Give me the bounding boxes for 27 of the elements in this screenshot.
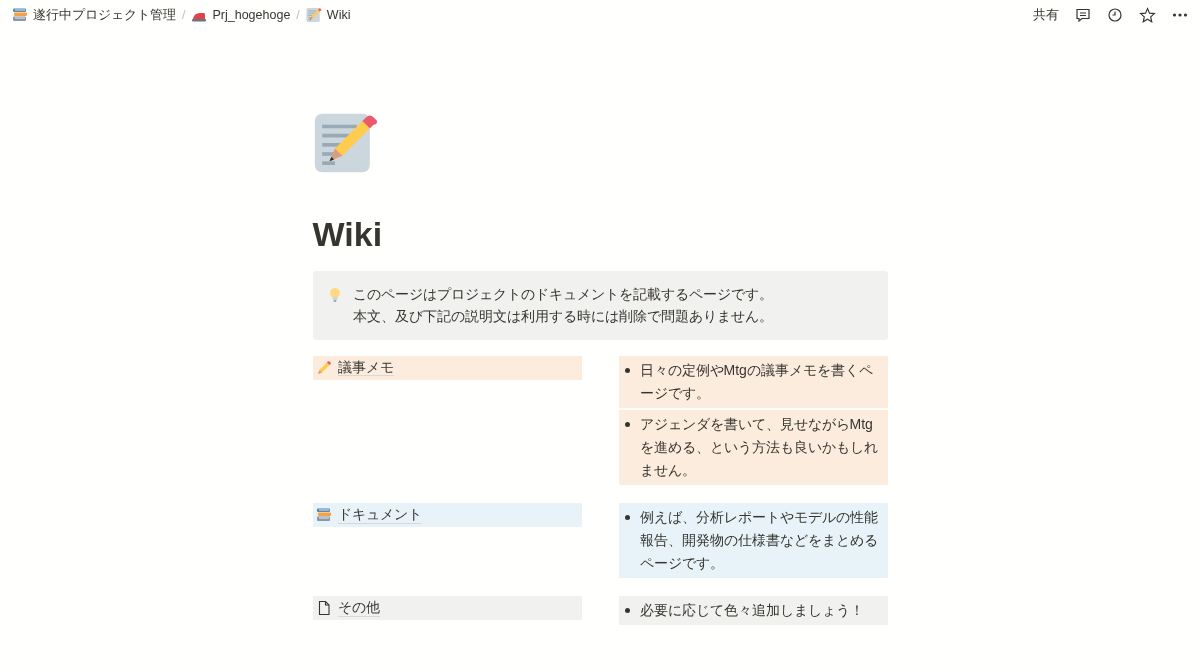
- share-button[interactable]: 共有: [1033, 5, 1059, 25]
- bullet-text: 日々の定例やMtgの議事メモを書くページです。: [639, 360, 874, 403]
- more-icon[interactable]: [1172, 12, 1188, 18]
- bullet-dot: [624, 367, 630, 373]
- breadcrumb-separator: /: [296, 6, 300, 24]
- breadcrumb-separator: /: [182, 6, 186, 24]
- page-link[interactable]: ドキュメント: [337, 506, 422, 524]
- memo-icon: [305, 7, 322, 23]
- books-icon: [315, 507, 332, 524]
- breadcrumb-link[interactable]: Prj_hogehoge: [191, 5, 291, 25]
- books-icon: [12, 7, 28, 23]
- comment-icon[interactable]: [1075, 7, 1091, 23]
- clock-icon[interactable]: [1107, 7, 1123, 23]
- bullet-dot: [624, 515, 630, 521]
- bullet-dot: [624, 421, 630, 427]
- star-icon[interactable]: [1139, 6, 1156, 24]
- bullet-text: アジェンダを書いて、見せながらMtgを進める、という方法も良いかもしれません。: [639, 414, 879, 480]
- callout-text: このページはプロジェクトのドキュメントを記載するページです。 本文、及び下記の説明文は利用する時には削除で問題ありません。: [352, 284, 773, 327]
- bullet-dot: [624, 608, 630, 614]
- page-title: Wiki: [312, 214, 384, 255]
- bullet-text: 必要に応じて色々追加しましょう！: [639, 601, 864, 621]
- pencil-icon: [315, 359, 332, 376]
- bullet-text: 例えば、分析レポートやモデルの性能報告、開発物の仕様書などをまとめるページです。: [639, 508, 879, 574]
- breadcrumb-link[interactable]: 遂行中プロジェクト管理: [12, 5, 176, 25]
- breadcrumb-link[interactable]: Wiki: [305, 5, 351, 25]
- page-link[interactable]: その他: [337, 599, 380, 618]
- page-link[interactable]: 議事メモ: [337, 358, 394, 377]
